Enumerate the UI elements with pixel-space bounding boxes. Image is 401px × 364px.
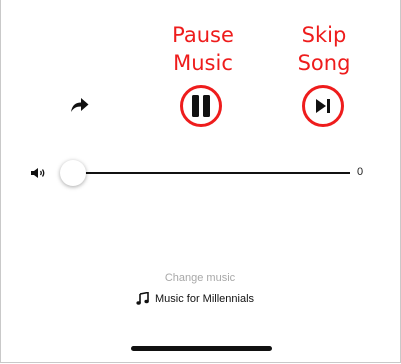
skip-song-button[interactable] [302, 85, 344, 127]
pause-icon [192, 95, 210, 117]
skip-next-icon [316, 99, 330, 113]
volume-value: 0 [357, 166, 364, 178]
share-arrow-icon [71, 98, 89, 112]
change-music-link[interactable]: Change music [120, 272, 280, 284]
home-indicator[interactable] [131, 346, 272, 351]
skip-song-annotation: Skip Song [297, 23, 351, 75]
pause-music-annotation: Pause Music [172, 23, 234, 75]
current-playlist[interactable]: Music for Millennials [136, 292, 254, 305]
volume-slider[interactable] [60, 158, 350, 188]
pause-button[interactable] [180, 85, 222, 127]
volume-slider-track [72, 172, 350, 174]
volume-slider-thumb[interactable] [60, 160, 86, 186]
music-note-icon [136, 292, 149, 305]
speaker-icon [31, 168, 45, 178]
share-button[interactable] [66, 93, 92, 117]
playlist-name: Music for Millennials [155, 292, 255, 305]
